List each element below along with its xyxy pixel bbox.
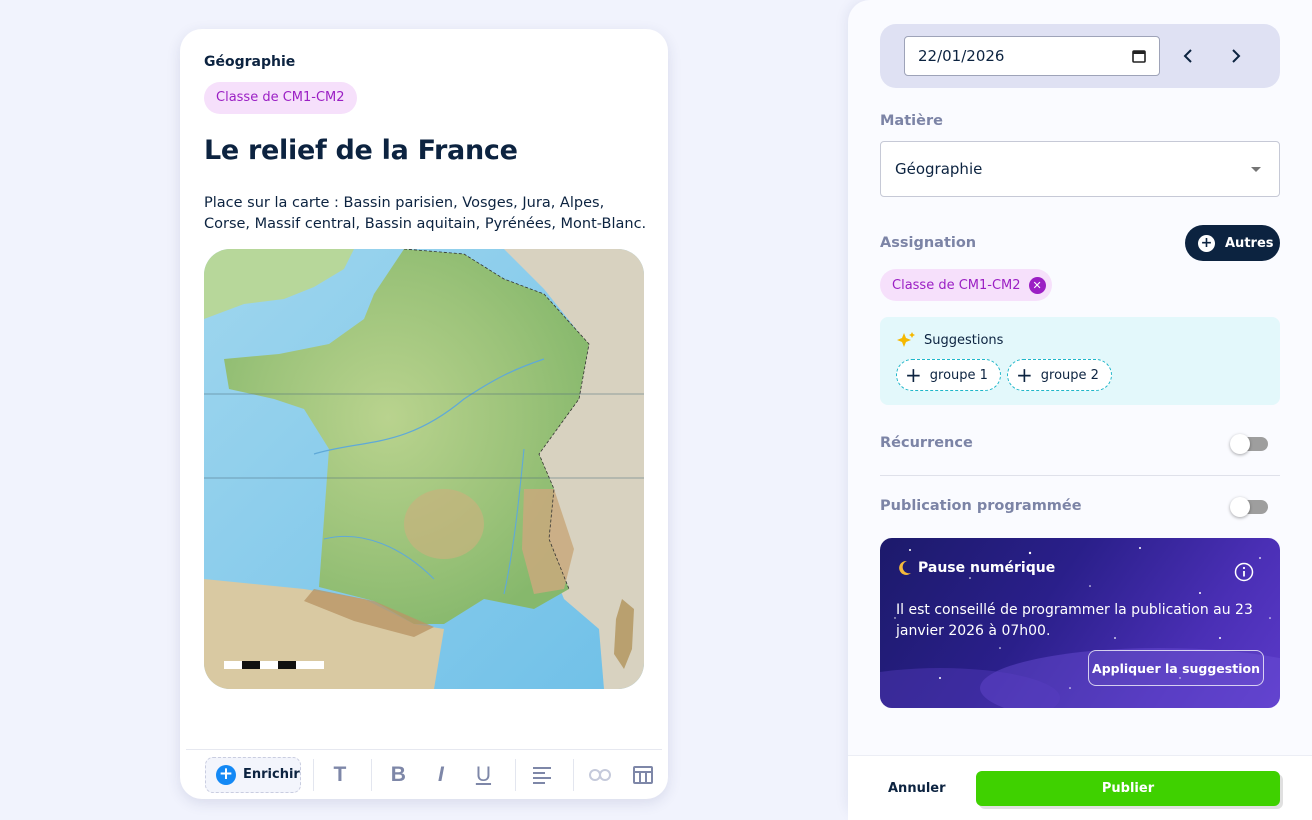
france-relief-map-image[interactable] [204,249,644,689]
apply-suggestion-button[interactable]: Appliquer la suggestion [1088,650,1264,686]
suggestion-label: groupe 2 [1040,367,1099,383]
matiere-value: Géographie [895,160,983,178]
remove-chip-icon[interactable]: ✕ [1028,276,1046,294]
plus-circle-icon: + [216,764,236,785]
suggestions-label: Suggestions [924,333,1004,348]
cancel-button[interactable]: Annuler [888,781,946,796]
divider [880,475,1280,476]
subject-label: Géographie [204,54,296,70]
chevron-left-icon [1183,49,1192,63]
publish-button[interactable]: Publier [976,771,1280,806]
matiere-select[interactable]: Géographie [880,141,1280,197]
sparkles-icon [897,332,915,347]
text-icon[interactable]: T [326,758,355,792]
chevron-right-icon [1232,49,1241,63]
link-icon[interactable] [586,758,615,792]
underline-icon[interactable]: U [469,758,498,792]
toolbar-divider [371,758,373,791]
panel-footer: Annuler Publier [848,755,1312,820]
settings-panel: 22/01/2026 Matière Géographie Assignatio… [848,0,1312,820]
toggle-knob [1230,497,1250,517]
post-title[interactable]: Le relief de la France [204,135,518,166]
date-input[interactable]: 22/01/2026 [904,36,1160,76]
bold-icon[interactable]: B [384,758,413,792]
toolbar-divider [573,758,574,791]
assigned-class-label: Classe de CM1-CM2 [892,277,1021,293]
enrich-button[interactable]: + Enrichir [205,756,301,793]
pause-title: Pause numérique [918,560,1056,576]
suggestion-chip-groupe-2[interactable]: + groupe 2 [1007,359,1112,391]
moon-icon [899,560,911,575]
calendar-icon[interactable] [1132,49,1146,63]
date-bar: 22/01/2026 [880,24,1280,88]
class-tag: Classe de CM1-CM2 [204,82,357,114]
map-of-france-relief-icon [204,249,644,689]
date-value: 22/01/2026 [918,47,1005,65]
scheduled-publication-label: Publication programmée [880,498,1082,514]
matiere-label: Matière [880,113,943,129]
toggle-knob [1230,434,1250,454]
assignation-label: Assignation [880,235,977,251]
recurrence-toggle[interactable] [1230,434,1268,454]
assigned-class-chip: Classe de CM1-CM2 ✕ [880,269,1052,301]
autres-label: Autres [1225,235,1274,251]
autres-button[interactable]: + Autres [1185,225,1280,261]
enrich-label: Enrichir [243,767,300,782]
pause-message: Il est conseillé de programmer la public… [896,602,1253,639]
recurrence-label: Récurrence [880,435,973,451]
toolbar-divider [312,758,314,791]
editor-toolbar: + Enrichir T B I U [186,749,662,799]
previous-day-button[interactable] [1174,42,1202,70]
caret-down-icon [1251,166,1261,172]
align-left-icon[interactable] [528,758,557,792]
italic-icon[interactable]: I [427,758,456,792]
post-description[interactable]: Place sur la carte : Bassin parisien, Vo… [204,193,649,235]
suggestion-label: groupe 1 [929,367,988,383]
table-icon[interactable] [629,758,658,792]
plus-icon: + [905,363,922,387]
plus-icon: + [1016,363,1033,387]
next-day-button[interactable] [1222,42,1250,70]
digital-pause-card: Pause numérique Il est conseillé de prog… [880,538,1280,708]
info-icon[interactable] [1234,562,1254,582]
plus-circle-icon: + [1198,234,1215,252]
post-card: Géographie Classe de CM1-CM2 Le relief d… [180,29,668,799]
suggestion-chip-groupe-1[interactable]: + groupe 1 [896,359,1001,391]
suggestions-box: Suggestions + groupe 1 + groupe 2 [880,317,1280,405]
scheduled-publication-toggle[interactable] [1230,497,1268,517]
toolbar-divider [514,758,516,791]
